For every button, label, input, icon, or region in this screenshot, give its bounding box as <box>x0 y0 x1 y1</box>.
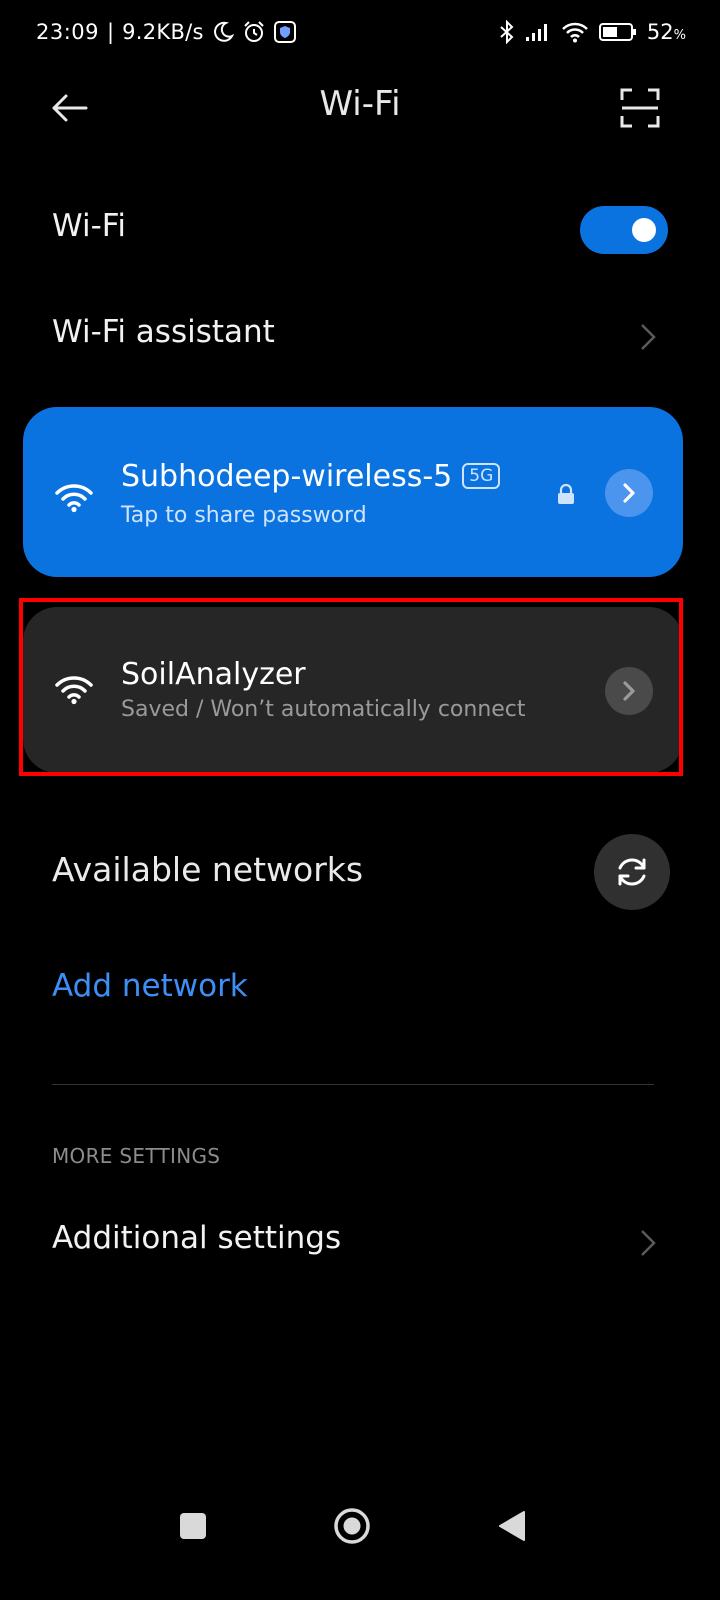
chevron-right-icon <box>641 324 656 350</box>
wifi-toggle-label: Wi-Fi <box>52 208 126 244</box>
back-nav-button[interactable] <box>494 1508 528 1544</box>
battery-icon <box>598 22 637 42</box>
vpn-shield-icon <box>273 21 296 43</box>
available-networks-row: Available networks <box>0 830 720 914</box>
wifi-assistant-label: Wi-Fi assistant <box>52 314 275 350</box>
battery-percentage: 52% <box>646 20 686 44</box>
recents-button[interactable] <box>178 1511 208 1541</box>
cell-signal-icon <box>525 22 551 42</box>
toggle-knob <box>632 218 656 242</box>
wifi-icon <box>55 484 93 513</box>
refresh-icon <box>618 858 646 886</box>
recents-square-icon <box>180 1513 206 1539</box>
status-bar-right: 52% <box>499 20 686 44</box>
scan-qr-icon <box>620 88 660 128</box>
network-name: SoilAnalyzer <box>121 657 306 692</box>
wifi-signal-icon <box>561 21 589 43</box>
wifi-toggle-switch[interactable] <box>580 206 668 254</box>
network-status: Tap to share password <box>121 503 367 528</box>
wifi-assistant-row[interactable]: Wi-Fi assistant <box>0 294 720 378</box>
status-bar-left: 23:09 | 9.2KB/s <box>36 20 296 44</box>
back-triangle-icon <box>499 1511 525 1541</box>
chevron-right-icon <box>623 483 635 503</box>
status-time: 23:09 <box>36 20 100 44</box>
wifi-toggle-row: Wi-Fi <box>0 186 720 270</box>
chevron-right-icon <box>623 681 635 701</box>
home-button[interactable] <box>332 1506 372 1546</box>
lock-icon <box>558 483 574 504</box>
home-circle-icon <box>334 1508 370 1544</box>
scan-qr-button[interactable] <box>616 84 664 132</box>
navigation-bar <box>0 1490 720 1600</box>
moon-icon <box>212 21 234 43</box>
more-settings-header: MORE SETTINGS <box>52 1144 221 1168</box>
network-details-button[interactable] <box>605 667 653 715</box>
saved-network-card[interactable]: SoilAnalyzer Saved / Won’t automatically… <box>23 607 683 773</box>
divider <box>52 1084 654 1085</box>
additional-settings-label: Additional settings <box>52 1220 342 1256</box>
network-status: Saved / Won’t automatically connect <box>121 697 526 722</box>
add-network-link[interactable]: Add network <box>52 968 248 1004</box>
additional-settings-row[interactable]: Additional settings <box>0 1200 720 1284</box>
band-badge: 5G <box>462 463 501 489</box>
refresh-button[interactable] <box>594 834 670 910</box>
wifi-icon <box>55 676 93 705</box>
connected-network-card[interactable]: Subhodeep-wireless-5 5G Tap to share pass… <box>23 407 683 577</box>
network-name-wrap: Subhodeep-wireless-5 5G <box>121 459 501 494</box>
alarm-icon <box>242 20 266 44</box>
status-bar: 23:09 | 9.2KB/s 52% <box>0 0 720 72</box>
bluetooth-icon <box>499 20 515 44</box>
network-details-button[interactable] <box>605 469 653 517</box>
chevron-right-icon <box>641 1230 656 1256</box>
network-speed: 9.2KB/s <box>122 20 204 44</box>
header: Wi-Fi <box>0 72 720 144</box>
available-networks-heading: Available networks <box>52 850 364 889</box>
page-title: Wi-Fi <box>319 84 401 124</box>
status-separator: | <box>107 20 115 44</box>
add-network-row: Add network <box>0 952 720 1028</box>
network-name: Subhodeep-wireless-5 <box>121 459 453 494</box>
